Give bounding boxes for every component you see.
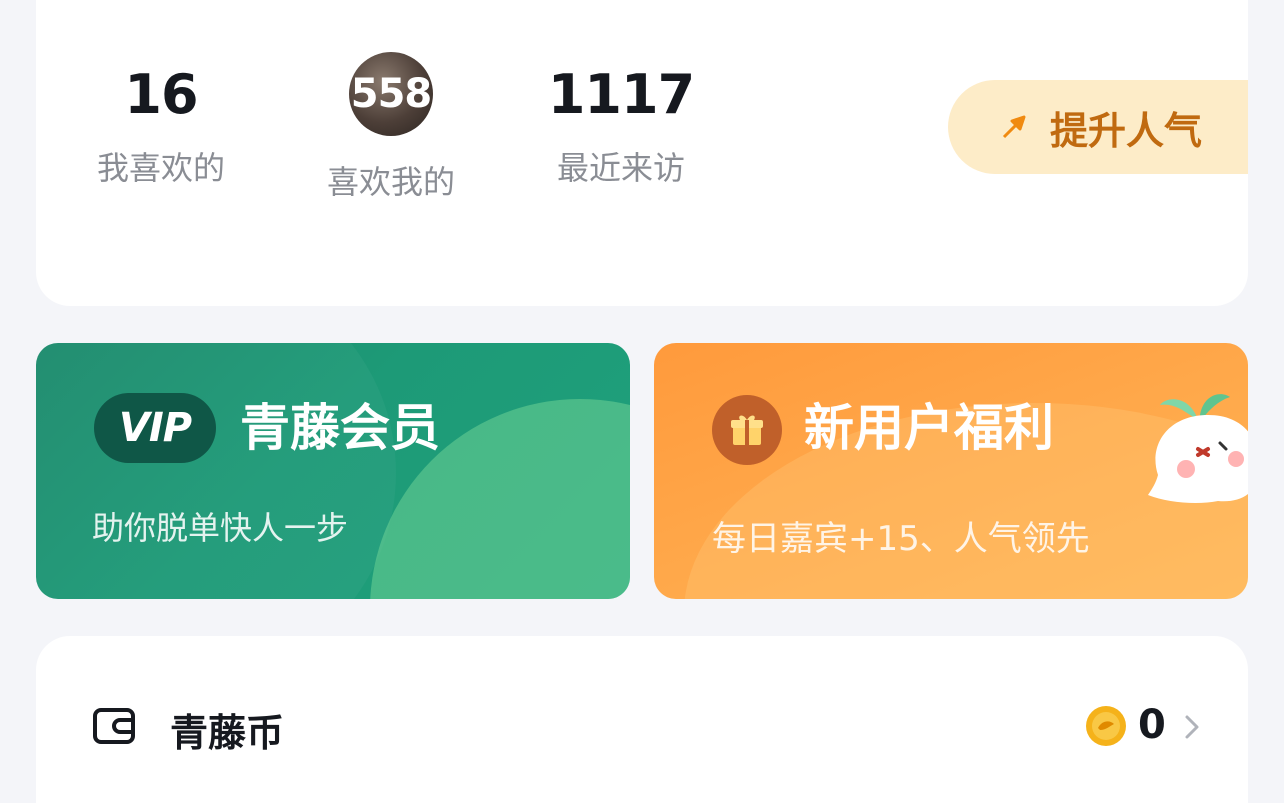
stat-liked-me-value: 558 [350,71,432,117]
liked-me-blurred-avatar: 558 [349,52,433,136]
stat-liked-me-label: 喜欢我的 [326,163,455,201]
new-user-benefit-banner[interactable]: 新用户福利 每日嘉宾+15、人气领先 [654,343,1248,599]
coin-icon [1086,706,1126,746]
boost-popularity-label: 提升人气 [1050,108,1203,153]
stat-recent-visitors[interactable]: 1117 最近来访 [546,63,696,187]
stat-liked-me[interactable]: 558 喜欢我的 [316,52,466,198]
coin-count: 0 [1138,702,1166,748]
stat-recent-visitors-label: 最近来访 [556,149,685,187]
vip-badge: VIP [94,393,216,463]
vip-title: 青藤会员 [240,399,440,457]
coin-balance-row[interactable]: 青藤币 0 [36,636,1248,803]
wallet-icon [93,708,135,744]
decoration [36,343,396,599]
chevron-right-icon [1185,715,1199,739]
mascot-illustration [1148,394,1248,503]
vip-membership-banner[interactable]: VIP 青藤会员 助你脱单快人一步 [36,343,630,599]
new-user-title: 新用户福利 [804,399,1054,457]
boost-popularity-button[interactable]: 提升人气 [948,80,1248,174]
coin-card: 青藤币 0 [36,636,1248,803]
vip-subtitle: 助你脱单快人一步 [92,509,349,547]
coin-title: 青藤币 [170,711,285,755]
stat-i-like-value: 16 [124,63,198,126]
stat-recent-visitors-value: 1117 [547,63,695,126]
stat-i-like-label: 我喜欢的 [96,149,225,187]
new-user-subtitle: 每日嘉宾+15、人气领先 [712,519,1090,559]
arrow-up-right-icon [1002,115,1026,139]
stat-i-like[interactable]: 16 我喜欢的 [86,63,236,187]
gift-icon [712,395,782,465]
